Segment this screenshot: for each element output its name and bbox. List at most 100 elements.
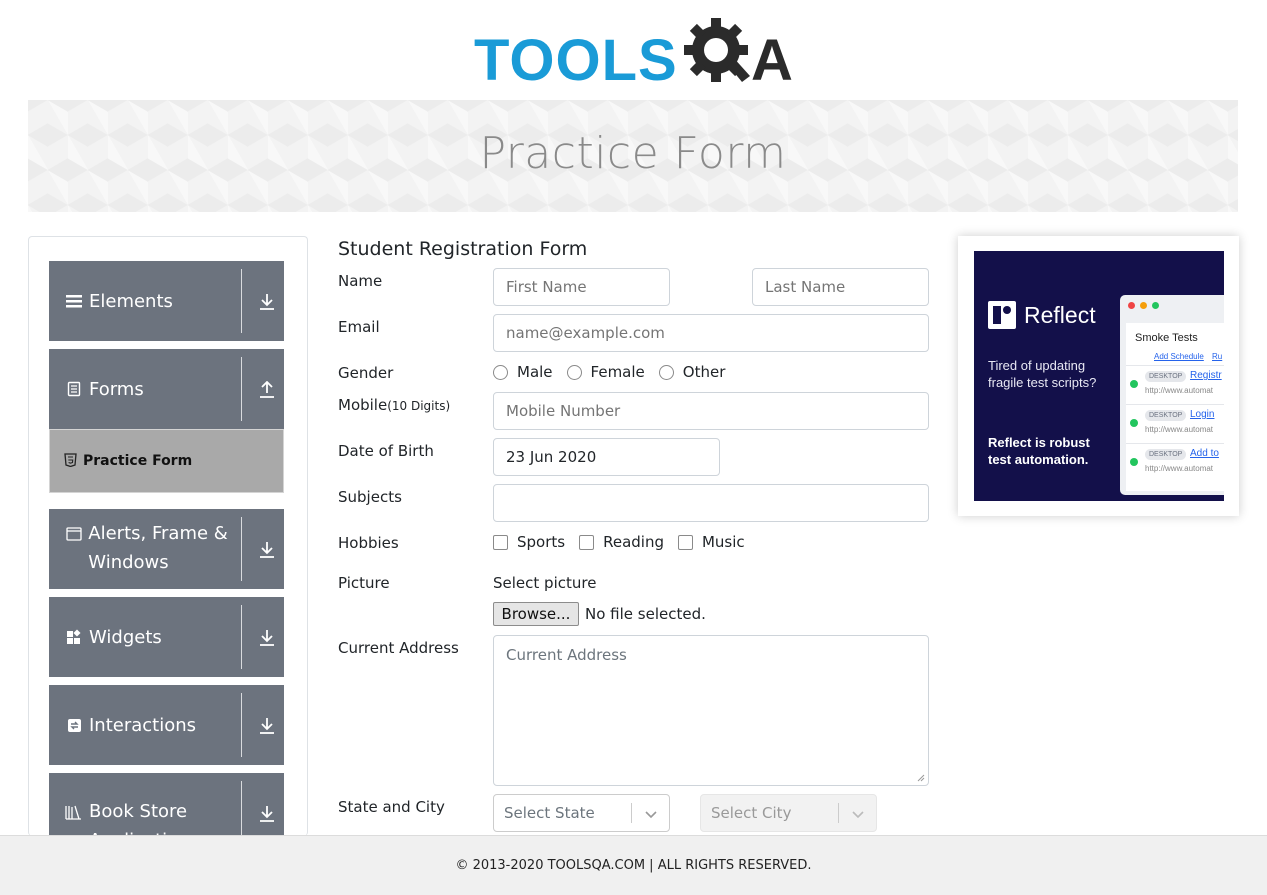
document-icon: [65, 380, 83, 398]
divider: [241, 605, 242, 669]
gender-female-option[interactable]: Female: [566, 363, 645, 381]
subjects-label: Subjects: [338, 488, 402, 506]
group-header[interactable]: Widgets: [49, 597, 242, 677]
resize-handle-icon[interactable]: [917, 774, 925, 782]
option-label: Male: [517, 363, 553, 381]
logo-text-a: A: [751, 28, 793, 93]
sidebar-group-widgets[interactable]: Widgets: [49, 597, 284, 677]
city-select[interactable]: Select City: [700, 794, 877, 832]
picture-label: Picture: [338, 574, 390, 592]
option-label: Female: [590, 363, 645, 381]
option-label: Music: [701, 533, 745, 551]
current-address-label: Current Address: [338, 639, 459, 657]
hobby-music-option[interactable]: Music: [677, 533, 745, 551]
first-name-input[interactable]: [493, 268, 670, 306]
window-dot: [1140, 302, 1147, 309]
window-icon: [65, 525, 82, 543]
mobile-label-text: Mobile: [338, 396, 388, 414]
group-label: Forms: [89, 378, 144, 400]
ad-row-url: http://www.automat: [1145, 386, 1214, 395]
menu-icon: [65, 292, 83, 310]
toolsqa-logo[interactable]: TOOLS A: [474, 14, 798, 92]
checkbox[interactable]: [579, 534, 595, 550]
gender-other-option[interactable]: Other: [658, 363, 725, 381]
divider: [241, 781, 242, 836]
group-header[interactable]: Book Store Application: [49, 773, 242, 836]
upload-icon[interactable]: [257, 379, 277, 401]
subjects-input[interactable]: [493, 484, 929, 522]
sidebar-group-forms[interactable]: Forms: [49, 349, 284, 429]
gender-radio-group: Male Female Other: [493, 363, 739, 381]
sidebar-item-practice-form[interactable]: Practice Form: [49, 429, 284, 493]
radio-button[interactable]: [658, 364, 674, 380]
mobile-input[interactable]: [493, 392, 929, 430]
divider: [838, 803, 839, 823]
checkbox[interactable]: [677, 534, 693, 550]
ad-badge: DESKTOP: [1145, 449, 1187, 460]
current-address-textarea[interactable]: Current Address: [493, 635, 929, 786]
ad-panel-title: Smoke Tests: [1135, 332, 1198, 344]
radio-button[interactable]: [493, 364, 508, 380]
gear-icon: [684, 18, 750, 82]
group-header[interactable]: Elements: [49, 261, 242, 341]
date-of-birth-input[interactable]: 23 Jun 2020: [493, 438, 720, 476]
html5-icon: [64, 452, 77, 471]
ad-test-row: DESKTOP Login http://www.automat: [1126, 404, 1224, 440]
ad-badge: DESKTOP: [1145, 410, 1187, 421]
chevron-down-icon: [852, 811, 864, 819]
window-dot: [1128, 302, 1135, 309]
sidebar-group-book-store-application[interactable]: Book Store Application: [49, 773, 284, 836]
divider: [631, 803, 632, 823]
name-label: Name: [338, 272, 383, 290]
ad-row-link: Login: [1190, 409, 1215, 420]
download-icon[interactable]: [257, 539, 277, 561]
ad-card[interactable]: Reflect Tired of updating fragile test s…: [958, 236, 1239, 516]
sync-icon: [65, 716, 83, 734]
ad-tagline: Tired of updating fragile test scripts?: [988, 358, 1097, 390]
status-dot: [1130, 380, 1138, 388]
ad-panel: Smoke Tests Add Schedule Ru DESKTOP Regi…: [1126, 323, 1224, 491]
dob-label: Date of Birth: [338, 442, 434, 460]
form-title: Student Registration Form: [338, 238, 588, 260]
sidebar-group-alerts-frame-windows[interactable]: Alerts, Frame & Windows: [49, 509, 284, 589]
group-label: Alerts, Frame & Windows: [88, 523, 228, 573]
ad-panel-link: Add Schedule: [1154, 352, 1204, 361]
ad-brand: Reflect: [1024, 301, 1096, 328]
ad-test-row: DESKTOP Registr http://www.automat: [1126, 365, 1224, 401]
browse-button[interactable]: Browse...: [493, 602, 579, 626]
group-label: Widgets: [89, 626, 162, 648]
divider: [241, 693, 242, 757]
sidebar-group-elements[interactable]: Elements: [49, 261, 284, 341]
group-header[interactable]: Alerts, Frame & Windows: [49, 509, 242, 589]
download-icon[interactable]: [257, 627, 277, 649]
ad-row-link: Add to: [1190, 448, 1219, 459]
download-icon[interactable]: [257, 291, 277, 313]
select-placeholder: Select City: [711, 804, 792, 822]
download-icon[interactable]: [257, 715, 277, 737]
footer-text: © 2013-2020 TOOLSQA.COM | ALL RIGHTS RES…: [455, 858, 812, 873]
checkbox[interactable]: [493, 534, 508, 550]
select-picture-label: Select picture: [493, 574, 597, 592]
download-icon[interactable]: [257, 803, 277, 825]
reflect-ad[interactable]: Reflect Tired of updating fragile test s…: [974, 251, 1224, 501]
group-label: Interactions: [89, 714, 197, 736]
divider: [241, 517, 242, 581]
sidebar-group-interactions[interactable]: Interactions: [49, 685, 284, 765]
ad-row-url: http://www.automat: [1145, 425, 1214, 434]
radio-button[interactable]: [566, 364, 582, 380]
group-header[interactable]: Interactions: [49, 685, 242, 765]
sidebar-item-label: Practice Form: [83, 453, 193, 469]
group-label: Book Store Application: [89, 801, 190, 836]
books-icon: [65, 803, 83, 821]
hobby-reading-option[interactable]: Reading: [579, 533, 664, 551]
state-select[interactable]: Select State: [493, 794, 670, 832]
gender-male-option[interactable]: Male: [493, 363, 553, 381]
last-name-input[interactable]: [752, 268, 929, 306]
hobby-sports-option[interactable]: Sports: [493, 533, 565, 551]
page-title: Practice Form: [479, 128, 787, 179]
page-banner: Practice Form: [28, 100, 1238, 212]
group-header[interactable]: Forms: [49, 349, 242, 429]
email-input[interactable]: [493, 314, 929, 352]
reflect-logo: Reflect: [988, 301, 1096, 329]
gender-label: Gender: [338, 364, 394, 382]
